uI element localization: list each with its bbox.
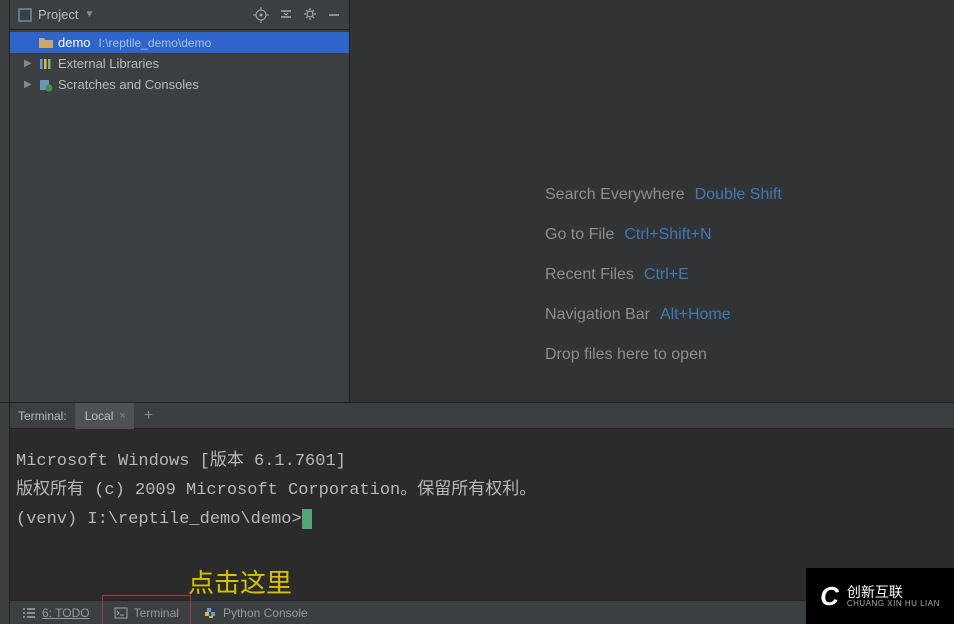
tree-node-demo[interactable]: demo I:\reptile_demo\demo <box>10 32 349 53</box>
tree-node-label: Scratches and Consoles <box>58 77 199 92</box>
watermark: C 创新互联 CHUANG XIN HU LIAN <box>806 568 954 624</box>
target-icon[interactable] <box>253 7 269 23</box>
tree-node-label: demo <box>58 35 91 50</box>
hint-shortcut: Alt+Home <box>660 306 731 323</box>
library-icon <box>38 57 54 71</box>
terminal-line: Microsoft Windows [版本 6.1.7601] <box>16 447 948 476</box>
project-title[interactable]: Project ▼ <box>18 7 253 22</box>
bottom-item-todo[interactable]: 6: TODO <box>10 601 102 624</box>
left-gutter-terminal[interactable] <box>0 403 10 600</box>
hint-shortcut: Ctrl+Shift+N <box>624 226 711 243</box>
tree-node-label: External Libraries <box>58 56 159 71</box>
todo-icon <box>22 607 36 619</box>
hint-label: Go to File <box>545 226 614 243</box>
chevron-right-icon[interactable]: ▶ <box>24 58 34 69</box>
project-tool-window: Project ▼ <box>10 0 350 402</box>
watermark-py: CHUANG XIN HU LIAN <box>847 599 940 608</box>
bottom-item-label: Terminal <box>134 606 179 620</box>
bottom-item-python-console[interactable]: Python Console <box>191 601 320 624</box>
editor-hints: Search Everywhere Double Shift Go to File… <box>545 175 782 375</box>
hint-label: Navigation Bar <box>545 306 650 323</box>
terminal-tab-local[interactable]: Local × <box>75 403 134 429</box>
scratch-icon <box>38 78 54 92</box>
hint-label: Recent Files <box>545 266 634 283</box>
add-terminal-icon[interactable]: + <box>134 407 163 425</box>
chevron-down-icon[interactable]: ▼ <box>84 9 94 20</box>
hint-label: Search Everywhere <box>545 186 685 203</box>
tree-node-scratches[interactable]: ▶ Scratches and Consoles <box>10 74 349 95</box>
bottom-item-label: 6: TODO <box>42 606 90 620</box>
terminal-header: Terminal: Local × + <box>10 403 954 429</box>
left-gutter-project[interactable] <box>0 0 10 402</box>
tree-node-path: I:\reptile_demo\demo <box>99 36 212 50</box>
terminal-icon <box>114 607 128 619</box>
terminal-tab-label: Local <box>85 409 114 423</box>
bottom-item-label: Python Console <box>223 606 308 620</box>
hint-label: Drop files here to open <box>545 346 707 363</box>
collapse-icon[interactable] <box>279 7 293 23</box>
terminal-line: (venv) I:\reptile_demo\demo> <box>16 505 948 534</box>
annotation-text: 点击这里 <box>188 569 292 598</box>
watermark-zh: 创新互联 <box>847 585 940 599</box>
project-title-text: Project <box>38 7 78 22</box>
project-toolbar <box>253 7 341 23</box>
hint-shortcut: Double Shift <box>695 186 782 203</box>
gear-icon[interactable] <box>303 7 317 23</box>
python-icon <box>203 606 217 620</box>
tree-node-external-libs[interactable]: ▶ External Libraries <box>10 53 349 74</box>
close-icon[interactable]: × <box>119 410 125 422</box>
watermark-logo-icon: C <box>820 581 839 612</box>
minimize-icon[interactable] <box>327 7 341 23</box>
project-header: Project ▼ <box>10 0 349 30</box>
chevron-right-icon[interactable]: ▶ <box>24 79 34 90</box>
terminal-title: Terminal: <box>10 409 75 423</box>
hint-shortcut: Ctrl+E <box>644 266 689 283</box>
terminal-line: 版权所有 (c) 2009 Microsoft Corporation。保留所有… <box>16 476 948 505</box>
project-tree: demo I:\reptile_demo\demo ▶ External Lib… <box>10 30 349 97</box>
terminal-cursor <box>302 509 312 529</box>
project-icon <box>18 8 32 22</box>
editor-empty-area[interactable]: Search Everywhere Double Shift Go to File… <box>350 0 954 402</box>
folder-icon <box>38 36 54 49</box>
